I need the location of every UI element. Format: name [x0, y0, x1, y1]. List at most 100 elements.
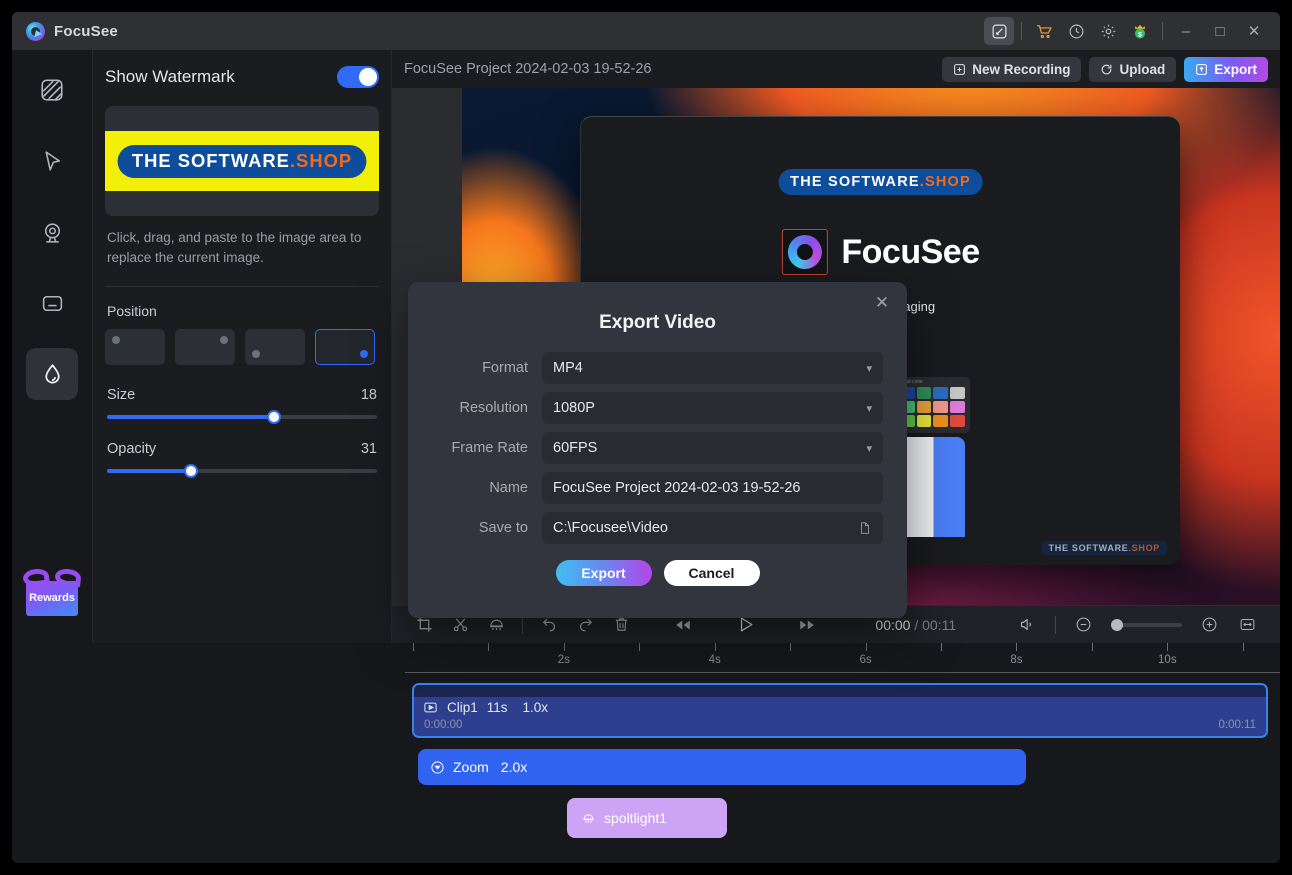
speaker-volume-icon[interactable]: [1009, 610, 1045, 640]
field-value: 60FPS: [553, 440, 598, 456]
format-field[interactable]: MP4 ▾: [542, 352, 883, 384]
field-value: FocuSee Project 2024-02-03 19-52-26: [553, 480, 801, 496]
minimize-button[interactable]: –: [1170, 16, 1202, 46]
chevron-down-icon[interactable]: ▾: [866, 402, 872, 415]
timeline-zoom-effect[interactable]: Zoom 2.0x: [418, 749, 1026, 785]
chevron-down-icon[interactable]: ▾: [866, 362, 872, 375]
position-option-bottom-left[interactable]: [245, 329, 305, 365]
dialog-title: Export Video: [599, 312, 716, 333]
preview-brand: FocuSee: [781, 229, 980, 275]
export-button[interactable]: Export: [1184, 56, 1268, 82]
current-time: 00:00: [875, 616, 911, 633]
ruler-tick-label: 2s: [557, 654, 570, 666]
watermark-settings-panel: Show Watermark THE SOFTWARE.SHOP Click, …: [92, 50, 392, 643]
timeline-clip[interactable]: Clip1 11s 1.0x 0:00:00 0:00:11: [412, 683, 1268, 738]
ruler-tick: [1167, 643, 1169, 651]
opacity-value: 31: [360, 441, 377, 457]
form-row: Name FocuSee Project 2024-02-03 19-52-26: [432, 472, 883, 504]
name-field[interactable]: FocuSee Project 2024-02-03 19-52-26: [542, 472, 883, 504]
app-title: FocuSee: [54, 22, 118, 40]
form-row: Save to C:\Focusee\Video: [432, 512, 883, 544]
zoom-slider[interactable]: [1110, 618, 1182, 631]
save-to-field[interactable]: C:\Focusee\Video: [542, 512, 883, 544]
ruler-tick: [790, 643, 792, 651]
toolbar-actions: New Recording Upload Export: [942, 56, 1268, 82]
fit-to-screen-icon[interactable]: [1230, 610, 1266, 640]
divider: [1021, 22, 1022, 40]
corner-wm-accent: .SHOP: [1128, 543, 1160, 553]
sidebar-item-watermark[interactable]: [26, 348, 78, 400]
sidebar-item-subtitle[interactable]: [26, 277, 78, 329]
watermark-hint-text: Click, drag, and paste to the image area…: [107, 230, 362, 265]
title-bar-left: FocuSee: [12, 21, 118, 41]
palette-swatch[interactable]: [916, 401, 932, 413]
size-value: 18: [360, 387, 377, 403]
palette-swatch[interactable]: [933, 401, 949, 413]
title-bar: FocuSee $ – □ ✕: [12, 12, 1280, 50]
position-option-top-left[interactable]: [105, 329, 165, 365]
preview-watermark-corner: THE SOFTWARE.SHOP: [1040, 541, 1168, 555]
browse-folder-icon[interactable]: [858, 521, 872, 535]
size-row: Size 18: [107, 387, 377, 403]
timeline-spotlight-effect[interactable]: spoltlight1: [567, 798, 727, 838]
ruler-tick: [714, 643, 716, 651]
dialog-export-button[interactable]: Export: [555, 560, 652, 586]
cart-icon[interactable]: [1029, 17, 1059, 45]
palette-swatch[interactable]: [950, 401, 965, 413]
new-recording-button[interactable]: New Recording: [942, 56, 1082, 82]
form-row: Format MP4 ▾: [432, 352, 883, 384]
sidebar-item-webcam[interactable]: [26, 206, 78, 258]
clip-info: Clip1 11s 1.0x: [414, 697, 1266, 715]
resolution-field[interactable]: 1080P ▾: [542, 392, 883, 424]
timeline-ruler[interactable]: 2s 4s 6s 8s 10s: [405, 643, 1280, 673]
show-watermark-toggle[interactable]: [337, 66, 379, 88]
palette-swatch[interactable]: [933, 415, 949, 427]
palette-swatch[interactable]: [916, 387, 932, 399]
zoom-target-icon: [431, 760, 444, 774]
dialog-cancel-button[interactable]: Cancel: [663, 560, 760, 586]
preview-wm-accent: .SHOP: [919, 174, 971, 190]
time-display: 00:00 / 00:11: [875, 617, 956, 633]
preview-watermark-top: THE SOFTWARE.SHOP: [778, 169, 983, 195]
divider: [105, 286, 379, 287]
position-option-bottom-right[interactable]: [315, 329, 375, 365]
ruler-tick: [865, 643, 867, 651]
rewards-button[interactable]: Rewards: [12, 555, 92, 629]
ruler-tick: [1242, 643, 1244, 651]
frame-rate-field[interactable]: 60FPS ▾: [542, 432, 883, 464]
export-label: Export: [1214, 61, 1257, 77]
opacity-label: Opacity: [107, 441, 157, 457]
upload-label: Upload: [1119, 61, 1166, 77]
sidebar-item-cursor[interactable]: [26, 135, 78, 187]
timeline[interactable]: 2s 4s 6s 8s 10s Clip1 11s 1.0x 0:00:00 0:00:…: [12, 643, 1280, 863]
close-button[interactable]: ✕: [1238, 16, 1270, 46]
crown-dollar-icon[interactable]: $: [1125, 17, 1155, 45]
focusee-brand-icon: [781, 229, 828, 275]
zoom-in-icon[interactable]: [1192, 610, 1228, 640]
gear-icon[interactable]: [1093, 17, 1123, 45]
pen-edit-icon[interactable]: [984, 17, 1014, 45]
divider: [1054, 615, 1056, 634]
close-icon[interactable]: ✕: [871, 292, 893, 314]
palette-swatch[interactable]: [950, 415, 965, 427]
opacity-slider[interactable]: [107, 464, 377, 478]
sidebar-item-background[interactable]: [26, 64, 78, 116]
zoom-effect-scale: 2.0x: [500, 759, 528, 775]
palette-swatch[interactable]: [916, 415, 932, 427]
focusee-logo-icon: [26, 21, 45, 41]
show-watermark-label: Show Watermark: [105, 67, 235, 86]
position-option-top-right[interactable]: [175, 329, 235, 365]
palette-swatch[interactable]: [933, 387, 949, 399]
field-label: Save to: [478, 520, 528, 536]
clock-icon[interactable]: [1061, 17, 1091, 45]
field-label: Format: [482, 360, 528, 376]
chevron-down-icon[interactable]: ▾: [866, 442, 872, 455]
size-slider[interactable]: [107, 410, 377, 424]
watermark-text-accent: .SHOP: [289, 150, 353, 171]
maximize-button[interactable]: □: [1204, 16, 1236, 46]
zoom-out-icon[interactable]: [1066, 610, 1102, 640]
watermark-image-preview[interactable]: THE SOFTWARE.SHOP: [105, 106, 379, 216]
palette-swatch[interactable]: [950, 387, 965, 399]
upload-button[interactable]: Upload: [1089, 56, 1177, 82]
clip-end-time: 0:00:11: [1218, 719, 1256, 731]
